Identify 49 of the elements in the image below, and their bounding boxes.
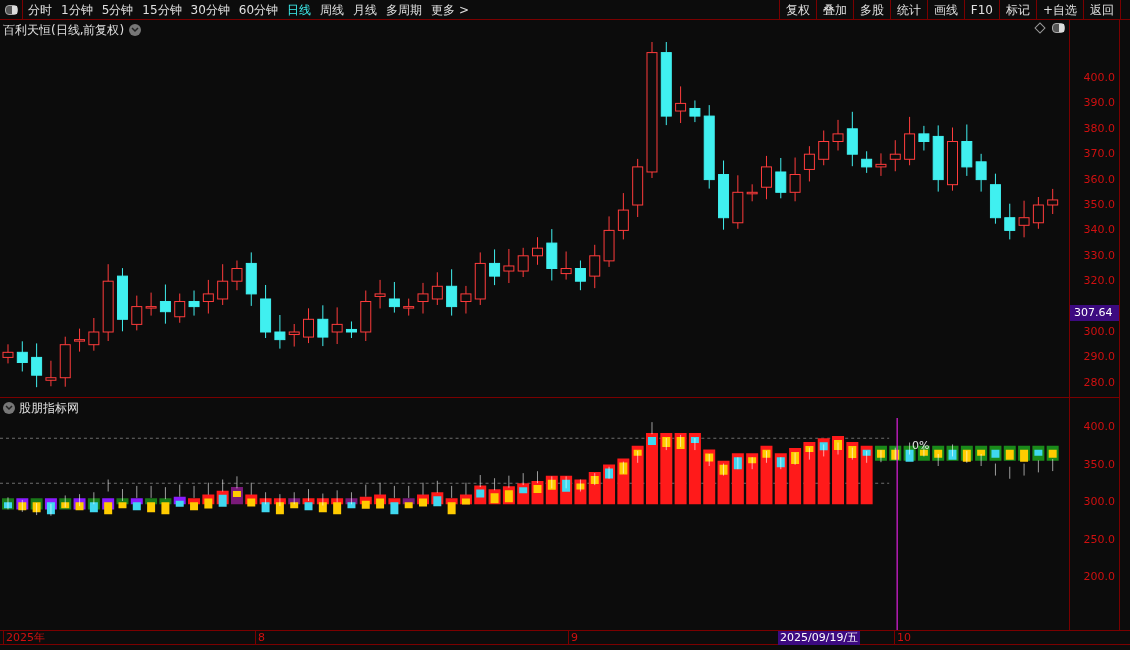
period-tab[interactable]: 15分钟 <box>142 0 182 19</box>
panel-toggle-icon[interactable] <box>1052 23 1065 33</box>
period-tab[interactable]: 1分钟 <box>61 0 93 19</box>
axis-tick-label: 360.0 <box>1083 173 1115 185</box>
axis-tick-label: 370.0 <box>1083 148 1115 160</box>
date-axis-label: 10 <box>894 631 911 645</box>
chart-title: 百利天恒(日线,前复权) <box>3 22 125 39</box>
toolbar-button[interactable]: 统计 <box>890 0 928 19</box>
period-tab[interactable]: 分时 <box>28 0 52 19</box>
axis-tick-label: 200.0 <box>1083 571 1115 582</box>
percent-label: 0% <box>912 438 930 454</box>
axis-tick-label: 250.0 <box>1083 533 1115 545</box>
toolbar-button[interactable]: F10 <box>964 0 1000 19</box>
toolbar-button[interactable]: 复权 <box>779 0 817 19</box>
axis-tick-label: 330.0 <box>1083 249 1115 261</box>
period-tab[interactable]: 周线 <box>320 0 345 19</box>
period-tab[interactable]: 多周期 <box>386 0 423 19</box>
toolbar-button[interactable]: 标记 <box>999 0 1037 19</box>
date-axis-label: 8 <box>255 631 265 645</box>
more-button[interactable]: 更多 > <box>431 0 469 19</box>
axis-tick-label: 300.0 <box>1083 326 1115 337</box>
axis-tick-label: 350.0 <box>1083 458 1115 470</box>
period-tab[interactable]: 月线 <box>353 0 378 19</box>
current-price-label: 307.64 <box>1070 304 1119 321</box>
date-axis-label: 2025年 <box>3 631 45 645</box>
chevron-down-icon[interactable] <box>3 402 15 414</box>
axis-tick-label: 320.0 <box>1083 275 1115 287</box>
axis-tick-label: 280.0 <box>1083 376 1115 388</box>
axis-tick-label: 400.0 <box>1083 421 1115 432</box>
toolbar-button[interactable]: 返回 <box>1084 0 1121 19</box>
period-tab[interactable]: 60分钟 <box>238 0 279 19</box>
cursor-date-label: 2025/09/19/五 <box>778 631 861 645</box>
axis-tick-label: 380.0 <box>1083 122 1115 134</box>
axis-tick-label: 340.0 <box>1083 224 1115 236</box>
toolbar-button[interactable]: +自选 <box>1036 0 1084 19</box>
indicator-title: 股朋指标网 <box>19 400 79 417</box>
toolbar-button[interactable]: 多股 <box>853 0 891 19</box>
toolbar-button[interactable]: 叠加 <box>816 0 854 19</box>
period-tab[interactable]: 日线 <box>287 0 312 19</box>
axis-tick-label: 290.0 <box>1083 351 1115 363</box>
toolbar-button[interactable]: 画线 <box>927 0 965 19</box>
axis-tick-label: 400.0 <box>1083 72 1115 83</box>
period-tab[interactable]: 5分钟 <box>101 0 134 19</box>
chevron-down-icon[interactable] <box>129 24 142 36</box>
period-tab[interactable]: 30分钟 <box>190 0 230 19</box>
axis-tick-label: 300.0 <box>1083 496 1115 507</box>
date-axis-label: 9 <box>568 631 578 645</box>
axis-tick-label: 390.0 <box>1083 97 1115 109</box>
axis-tick-label: 350.0 <box>1083 199 1115 210</box>
